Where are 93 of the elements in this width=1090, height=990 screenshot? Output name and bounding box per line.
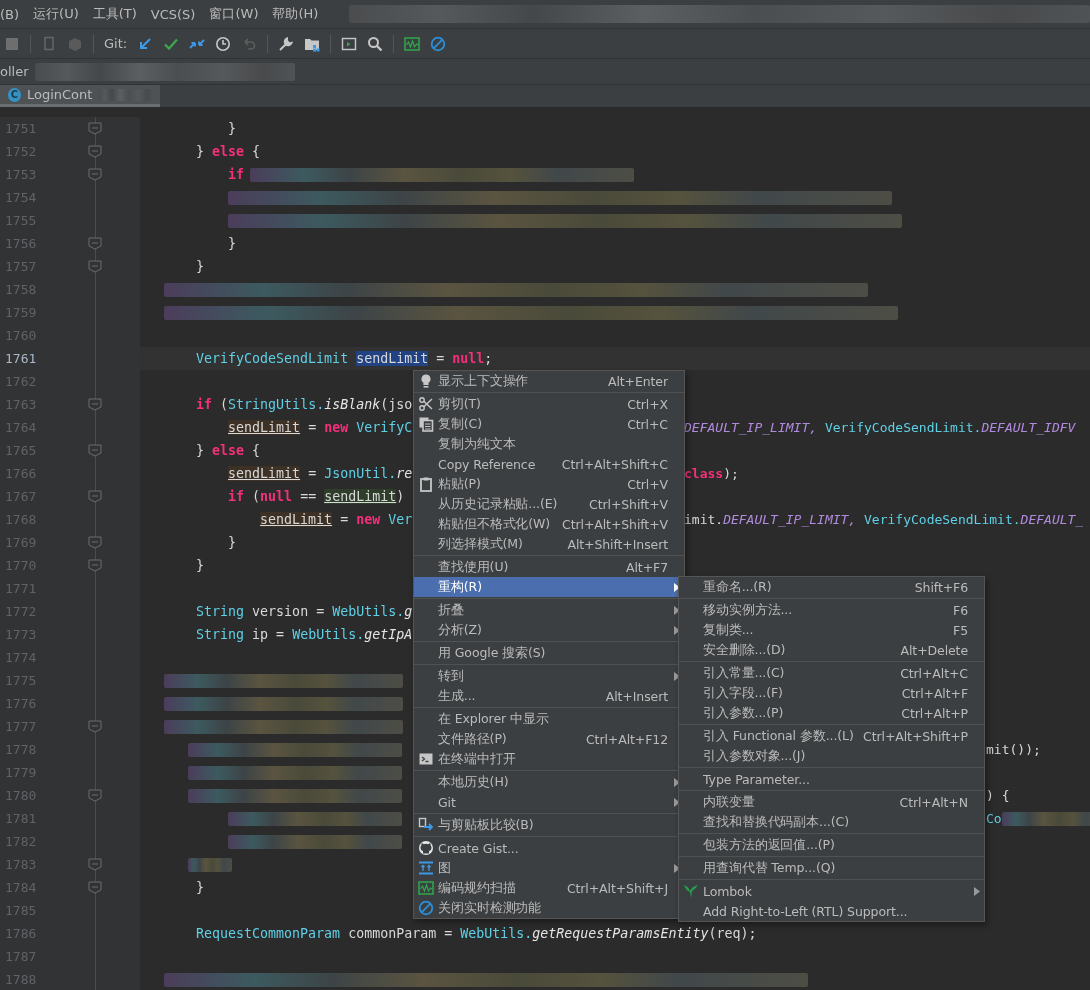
code-line: } else { bbox=[195, 443, 261, 458]
menu-item[interactable]: 复制(C) Ctrl+C bbox=[414, 414, 684, 434]
code-line: sendLimit = new Ver bbox=[259, 512, 413, 527]
code-fragment: ) { bbox=[986, 788, 1010, 803]
undo-icon bbox=[241, 35, 258, 52]
code-line: String ip = WebUtils.getIpA bbox=[195, 627, 413, 642]
fold-marker-icon[interactable] bbox=[88, 789, 102, 802]
menu-bar-item[interactable]: 窗口(W) bbox=[202, 5, 266, 23]
down-left-arrow-icon bbox=[137, 35, 154, 52]
menu-item[interactable]: 粘贴但不格式化(W) Ctrl+Alt+Shift+V bbox=[414, 514, 684, 534]
compare-icon bbox=[418, 817, 434, 833]
breadcrumb-item[interactable]: oller bbox=[0, 64, 29, 79]
fold-marker-icon[interactable] bbox=[88, 490, 102, 503]
fold-marker-icon[interactable] bbox=[88, 145, 102, 158]
stop-icon bbox=[4, 35, 20, 52]
menu-item[interactable]: 显示上下文操作 Alt+Enter bbox=[414, 371, 684, 391]
menu-item[interactable]: Create Gist... bbox=[414, 838, 684, 858]
code-line: } bbox=[195, 558, 205, 573]
menu-item[interactable]: 引入参数...(P) Ctrl+Alt+P bbox=[679, 703, 984, 723]
fold-marker-icon[interactable] bbox=[88, 559, 102, 572]
fold-marker-icon[interactable] bbox=[88, 398, 102, 411]
code-line: } bbox=[195, 880, 205, 895]
menu-bar-item[interactable]: 运行(U) bbox=[26, 5, 86, 23]
code-fragment: Co bbox=[986, 811, 1002, 826]
clipboard-icon bbox=[418, 476, 434, 492]
lightbulb-icon bbox=[418, 373, 434, 389]
menu-bar-item[interactable]: (B) bbox=[0, 6, 27, 22]
diagram-icon bbox=[418, 860, 434, 876]
fold-marker-icon[interactable] bbox=[88, 858, 102, 871]
fold-marker-icon[interactable] bbox=[88, 444, 102, 457]
menu-item[interactable]: 查找使用(U) Alt+F7 bbox=[414, 557, 684, 577]
device-icon bbox=[41, 35, 57, 52]
fold-marker-icon[interactable] bbox=[88, 536, 102, 549]
code-line: sendLimit = JsonUtil.re bbox=[227, 466, 413, 481]
menu-bar-item[interactable]: 工具(T) bbox=[85, 5, 144, 23]
menu-item[interactable]: 复制类... F5 bbox=[679, 620, 984, 640]
code-line: if bbox=[227, 167, 245, 182]
menu-item[interactable]: Type Parameter... bbox=[679, 769, 984, 789]
menu-item[interactable]: 剪切(T) Ctrl+X bbox=[414, 394, 684, 414]
menu-item[interactable]: 复制为纯文本 bbox=[414, 434, 684, 454]
scissors-icon bbox=[418, 396, 434, 412]
menu-item[interactable]: 引入字段...(F) Ctrl+Alt+F bbox=[679, 683, 984, 703]
fold-marker-icon[interactable] bbox=[88, 168, 102, 181]
menu-item[interactable]: 引入常量...(C) Ctrl+Alt+C bbox=[679, 663, 984, 683]
editor-tab[interactable]: C LoginCont bbox=[0, 85, 160, 107]
waveform-icon bbox=[404, 35, 421, 52]
prohibited-icon bbox=[430, 35, 447, 52]
menu-item[interactable]: 移动实例方法... F6 bbox=[679, 600, 984, 620]
code-line: if (null == sendLimit) bbox=[227, 489, 405, 504]
menu-item[interactable]: 引入 Functional 参数...(L) Ctrl+Alt+Shift+P bbox=[679, 726, 984, 746]
run-window-icon bbox=[341, 35, 358, 52]
fold-marker-icon[interactable] bbox=[88, 122, 102, 135]
clock-icon bbox=[215, 35, 232, 52]
menu-bar-item[interactable]: VCS(S) bbox=[143, 6, 203, 22]
wrench-icon bbox=[278, 35, 295, 52]
menu-item[interactable]: 用查询代替 Temp...(Q) bbox=[679, 858, 984, 878]
menu-item[interactable]: 列选择模式(M) Alt+Shift+Insert bbox=[414, 534, 684, 554]
code-fragment: mit()); bbox=[986, 742, 1041, 757]
code-line: } bbox=[195, 259, 205, 274]
menu-item[interactable]: 粘贴(P) Ctrl+V bbox=[414, 474, 684, 494]
code-line: VerifyCodeSendLimit sendLimit = null; bbox=[195, 351, 493, 366]
waveform-icon bbox=[418, 880, 434, 896]
toolbar-label: Git: bbox=[104, 36, 128, 51]
package-icon bbox=[67, 35, 83, 52]
code-line: String version = WebUtils.g bbox=[195, 604, 413, 619]
copy-icon bbox=[418, 416, 434, 432]
code-line: } bbox=[227, 121, 237, 136]
menu-item[interactable]: 包装方法的返回值...(P) bbox=[679, 835, 984, 855]
menu-item[interactable]: Copy Reference Ctrl+Alt+Shift+C bbox=[414, 454, 684, 474]
menu-bar-item[interactable]: 帮助(H) bbox=[265, 5, 326, 23]
fold-marker-icon[interactable] bbox=[88, 720, 102, 733]
code-line: } bbox=[227, 236, 237, 251]
submenu-arrow-icon bbox=[974, 886, 980, 896]
fold-marker-icon[interactable] bbox=[88, 237, 102, 250]
search-icon bbox=[367, 35, 384, 52]
menu-item[interactable]: Lombok bbox=[679, 881, 984, 901]
code-fragment: DEFAULT_IP_LIMIT, VerifyCodeSendLimit.DEFAULT_IDFV bbox=[684, 420, 1076, 435]
line-number: 1761 bbox=[4, 351, 37, 366]
code-line: } bbox=[227, 535, 237, 550]
code-line: } else { bbox=[195, 144, 261, 159]
menu-item[interactable]: 与剪贴板比较(B) bbox=[414, 815, 684, 835]
fold-marker-icon[interactable] bbox=[88, 881, 102, 894]
prohibited-icon bbox=[418, 900, 434, 916]
code-fragment: class); bbox=[684, 466, 739, 481]
terminal-icon bbox=[418, 751, 434, 767]
menu-item[interactable]: 内联变量 Ctrl+Alt+N bbox=[679, 792, 984, 812]
code-line: RequestCommonParam commonParam = WebUtils.getRequestParamsEntity(req); bbox=[195, 926, 757, 941]
code-line: if (StringUtils.isBlank(jso bbox=[195, 397, 413, 412]
fold-marker-icon[interactable] bbox=[88, 260, 102, 273]
menu-item[interactable]: 从历史记录粘贴...(E) Ctrl+Shift+V bbox=[414, 494, 684, 514]
code-fragment: imit.DEFAULT_IP_LIMIT, VerifyCodeSendLimit.DEFAULT_ bbox=[684, 512, 1084, 527]
class-icon: C bbox=[8, 87, 21, 102]
code-line: sendLimit = new VerifyC bbox=[227, 420, 413, 435]
